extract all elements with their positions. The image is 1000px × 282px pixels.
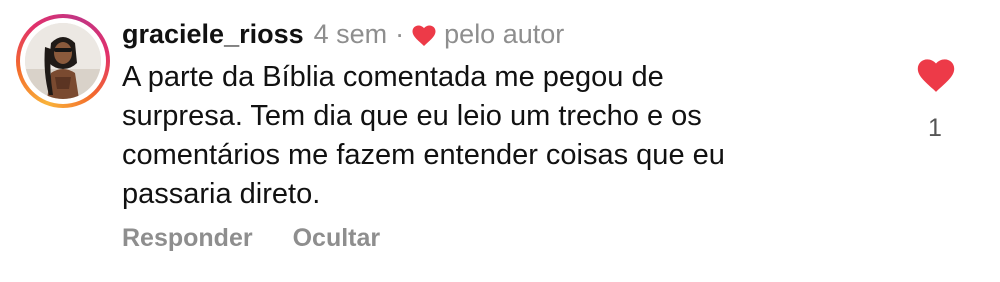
comment-header: graciele_rioss 4 sem · pelo autor [122, 14, 564, 54]
heart-icon [412, 23, 436, 46]
avatar-ring-gap [20, 18, 106, 104]
avatar-photo-icon [25, 23, 101, 99]
timestamp: 4 sem [313, 18, 388, 49]
separator: · [395, 18, 405, 49]
like-count[interactable]: 1 [900, 114, 970, 143]
liked-by-author-label: pelo autor [444, 18, 565, 49]
heart-filled-icon[interactable] [917, 58, 955, 94]
username[interactable]: graciele_rioss [122, 19, 304, 50]
avatar-story-ring[interactable] [16, 14, 110, 108]
hide-button[interactable]: Ocultar [293, 224, 381, 253]
comment-item: graciele_rioss 4 sem · pelo autor A part… [0, 0, 1000, 282]
comment-actions: Responder Ocultar [122, 220, 380, 256]
comment-text: A parte da Bíblia comentada me pegou de … [122, 61, 725, 210]
reply-button[interactable]: Responder [122, 224, 253, 253]
avatar[interactable] [25, 23, 101, 99]
